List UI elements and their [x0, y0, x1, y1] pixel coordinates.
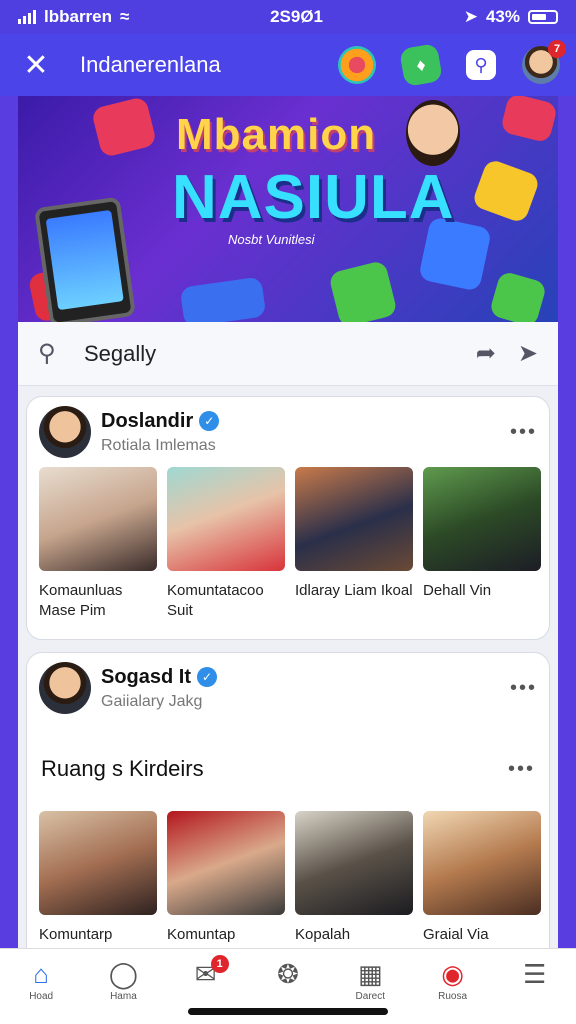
app-tile-icon — [488, 270, 548, 322]
card-name[interactable]: Doslandir — [101, 410, 193, 433]
menu-icon: ☰ — [523, 959, 547, 989]
home-indicator — [188, 1008, 388, 1015]
chat-badge: 1 — [210, 955, 229, 973]
wifi-icon: ≈ — [120, 7, 130, 26]
app-tile-icon — [328, 259, 398, 322]
card-subtitle: Gaiialary Jakg — [101, 692, 203, 710]
banner-title-1: Mbamion — [176, 110, 377, 159]
list-item[interactable]: Komaunluas Mase Pim — [39, 467, 157, 621]
item-caption: Idlaray Liam Ikoal — [295, 582, 413, 599]
item-caption: Komaunluas Mase Pim — [39, 582, 123, 619]
list-item[interactable]: Komuntap — [167, 811, 285, 945]
community-card[interactable]: Sogasd It ✓ Gaiialary Jakg ••• Ruang s Ki… — [26, 652, 550, 948]
community-card[interactable]: Doslandir ✓ Rotiala Imlemas ••• Komaunlua… — [26, 396, 550, 640]
item-caption: Komuntarp — [39, 926, 113, 943]
tab-label: Hama — [110, 991, 137, 1002]
more-options-icon[interactable]: ••• — [508, 758, 535, 781]
item-caption: Kopalah — [295, 926, 351, 943]
thumbnail-image[interactable] — [423, 811, 541, 915]
section-title: Ruang s Kirdeirs — [41, 756, 204, 781]
status-bar: lbbarren ≈ 2S9Ø1 ➤ 43% — [0, 0, 576, 34]
profile-avatar[interactable]: 7 — [522, 40, 566, 84]
tab-home[interactable]: ⌂ Hoad — [6, 959, 76, 1024]
close-icon[interactable]: ✕ — [20, 48, 52, 83]
search-bar[interactable]: ⚲ Segally ➦ ➤ — [18, 322, 558, 386]
home-icon: ⌂ — [33, 959, 49, 989]
section-header: Ruang s Kirdeirs ••• — [27, 739, 549, 799]
list-item[interactable]: Idlaray Liam Ikoal — [295, 467, 413, 621]
list-item[interactable]: Graial Via — [423, 811, 541, 945]
item-caption: Dehall Vin — [423, 582, 492, 599]
notification-badge: 7 — [548, 40, 566, 58]
avatar[interactable] — [39, 662, 91, 714]
tab-label: Darect — [355, 991, 385, 1002]
phone-illustration — [34, 196, 136, 322]
tab-label: Hoad — [29, 991, 54, 1002]
search-input[interactable]: Segally — [84, 341, 454, 367]
list-item[interactable]: Komuntatacoo Suit — [167, 467, 285, 621]
app-tile-icon — [499, 96, 558, 144]
list-item[interactable]: Dehall Vin — [423, 467, 541, 621]
avatar[interactable] — [39, 406, 91, 458]
app-tile-icon — [471, 157, 541, 225]
camera-icon[interactable] — [338, 46, 376, 84]
battery-icon — [528, 10, 558, 24]
thumbnail-image[interactable] — [39, 467, 157, 571]
thumbnail-image[interactable] — [167, 467, 285, 571]
item-caption: Komuntatacoo Suit — [167, 582, 264, 619]
community-row: Komuntarp Komuntap Kopalah Graial Via — [27, 811, 549, 945]
notification-icon: ◉ — [441, 959, 464, 989]
tab-menu[interactable]: ☰ — [500, 959, 570, 1024]
page-title: Indanerenlana — [80, 52, 221, 77]
clock: 2S9Ø1 — [270, 7, 324, 26]
hero-banner[interactable]: Mbamion NASIULA Nosbt Vunitlesi — [18, 96, 558, 322]
circle-icon: ◯ — [108, 959, 138, 989]
app-tile-icon — [90, 96, 158, 159]
thumbnail-image[interactable] — [423, 467, 541, 571]
community-row: Komaunluas Mase Pim Komuntatacoo Suit Id… — [27, 467, 549, 621]
battery-percent: 43% — [485, 7, 520, 26]
tab-hama[interactable]: ◯ Hama — [88, 959, 158, 1024]
app-tile-icon — [179, 276, 267, 322]
grid-icon: ▦ — [357, 959, 383, 989]
banner-title-2: NASIULA — [172, 163, 455, 232]
thumbnail-image[interactable] — [295, 811, 413, 915]
location-icon: ➤ — [463, 7, 478, 26]
app-bar: ✕ Indanerenlana ♦ ⚲ 7 — [0, 34, 576, 96]
tab-ruosa[interactable]: ◉ Ruosa — [418, 959, 488, 1024]
more-options-icon[interactable]: ••• — [510, 677, 537, 700]
thumbnail-image[interactable] — [167, 811, 285, 915]
verified-icon: ✓ — [197, 667, 218, 687]
list-item[interactable]: Komuntarp — [39, 811, 157, 945]
share-icon[interactable]: ➦ — [476, 339, 496, 368]
pin-icon[interactable]: ➤ — [518, 339, 538, 368]
compass-icon: ❂ — [277, 959, 299, 989]
thumbnail-image[interactable] — [39, 811, 157, 915]
card-name[interactable]: Sogasd It — [101, 666, 191, 689]
signal-icon — [18, 10, 36, 24]
games-icon[interactable]: ♦ — [398, 42, 444, 88]
link-icon[interactable]: ⚲ — [466, 50, 496, 80]
item-caption: Graial Via — [423, 926, 489, 943]
feed[interactable]: Mbamion NASIULA Nosbt Vunitlesi ⚲ Segall… — [18, 96, 558, 948]
item-caption: Komuntap — [167, 926, 236, 943]
verified-icon: ✓ — [199, 411, 220, 431]
tab-label: Ruosa — [438, 991, 467, 1002]
carrier-label: lbbarren — [44, 7, 113, 26]
card-subtitle: Rotiala Imlemas — [101, 436, 216, 454]
more-options-icon[interactable]: ••• — [510, 421, 537, 444]
banner-subtitle: Nosbt Vunitlesi — [228, 232, 315, 247]
search-icon[interactable]: ⚲ — [38, 339, 68, 368]
thumbnail-image[interactable] — [295, 467, 413, 571]
banner-portrait — [406, 100, 460, 166]
list-item[interactable]: Kopalah — [295, 811, 413, 945]
